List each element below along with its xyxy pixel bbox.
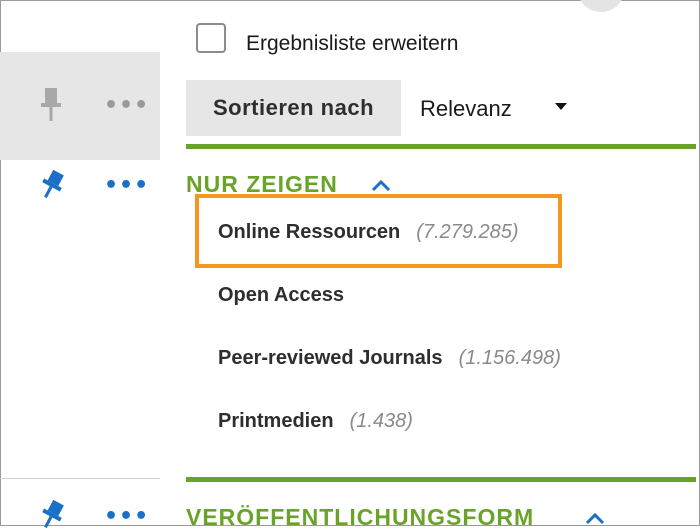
filter-label: Peer-reviewed Journals	[218, 347, 443, 369]
more-actions-icon[interactable]: •••	[104, 95, 149, 117]
filter-count: (1.156.498)	[458, 347, 561, 369]
section-divider	[186, 144, 696, 149]
sort-select[interactable]: Relevanz	[420, 96, 512, 122]
chevron-up-icon[interactable]	[371, 178, 391, 192]
publication-form-heading[interactable]: VERÖFFENTLICHUNGSFORM	[186, 504, 534, 531]
filter-open-access[interactable]: Open Access	[218, 284, 344, 307]
filter-label: Open Access	[218, 284, 344, 306]
filter-count: (1.438)	[349, 410, 413, 432]
highlight-box	[195, 194, 562, 268]
expand-results-label[interactable]: Ergebnisliste erweitern	[246, 32, 458, 56]
pin-icon[interactable]	[40, 88, 62, 122]
divider	[0, 478, 160, 479]
expand-results-checkbox[interactable]	[196, 23, 226, 53]
section-divider	[186, 477, 696, 482]
caret-down-icon[interactable]	[555, 103, 567, 110]
filter-print-media[interactable]: Printmedien (1.438)	[218, 410, 413, 433]
filter-label: Printmedien	[218, 410, 334, 432]
filter-peer-reviewed-journals[interactable]: Peer-reviewed Journals (1.156.498)	[218, 347, 561, 370]
result-actions-column: ••• ••• •••	[0, 0, 160, 529]
pin-icon[interactable]	[38, 170, 66, 200]
sort-by-label: Sortieren nach	[186, 80, 401, 136]
chevron-up-icon[interactable]	[585, 511, 605, 525]
more-actions-icon[interactable]: •••	[104, 175, 149, 197]
more-actions-icon[interactable]: •••	[104, 506, 149, 528]
